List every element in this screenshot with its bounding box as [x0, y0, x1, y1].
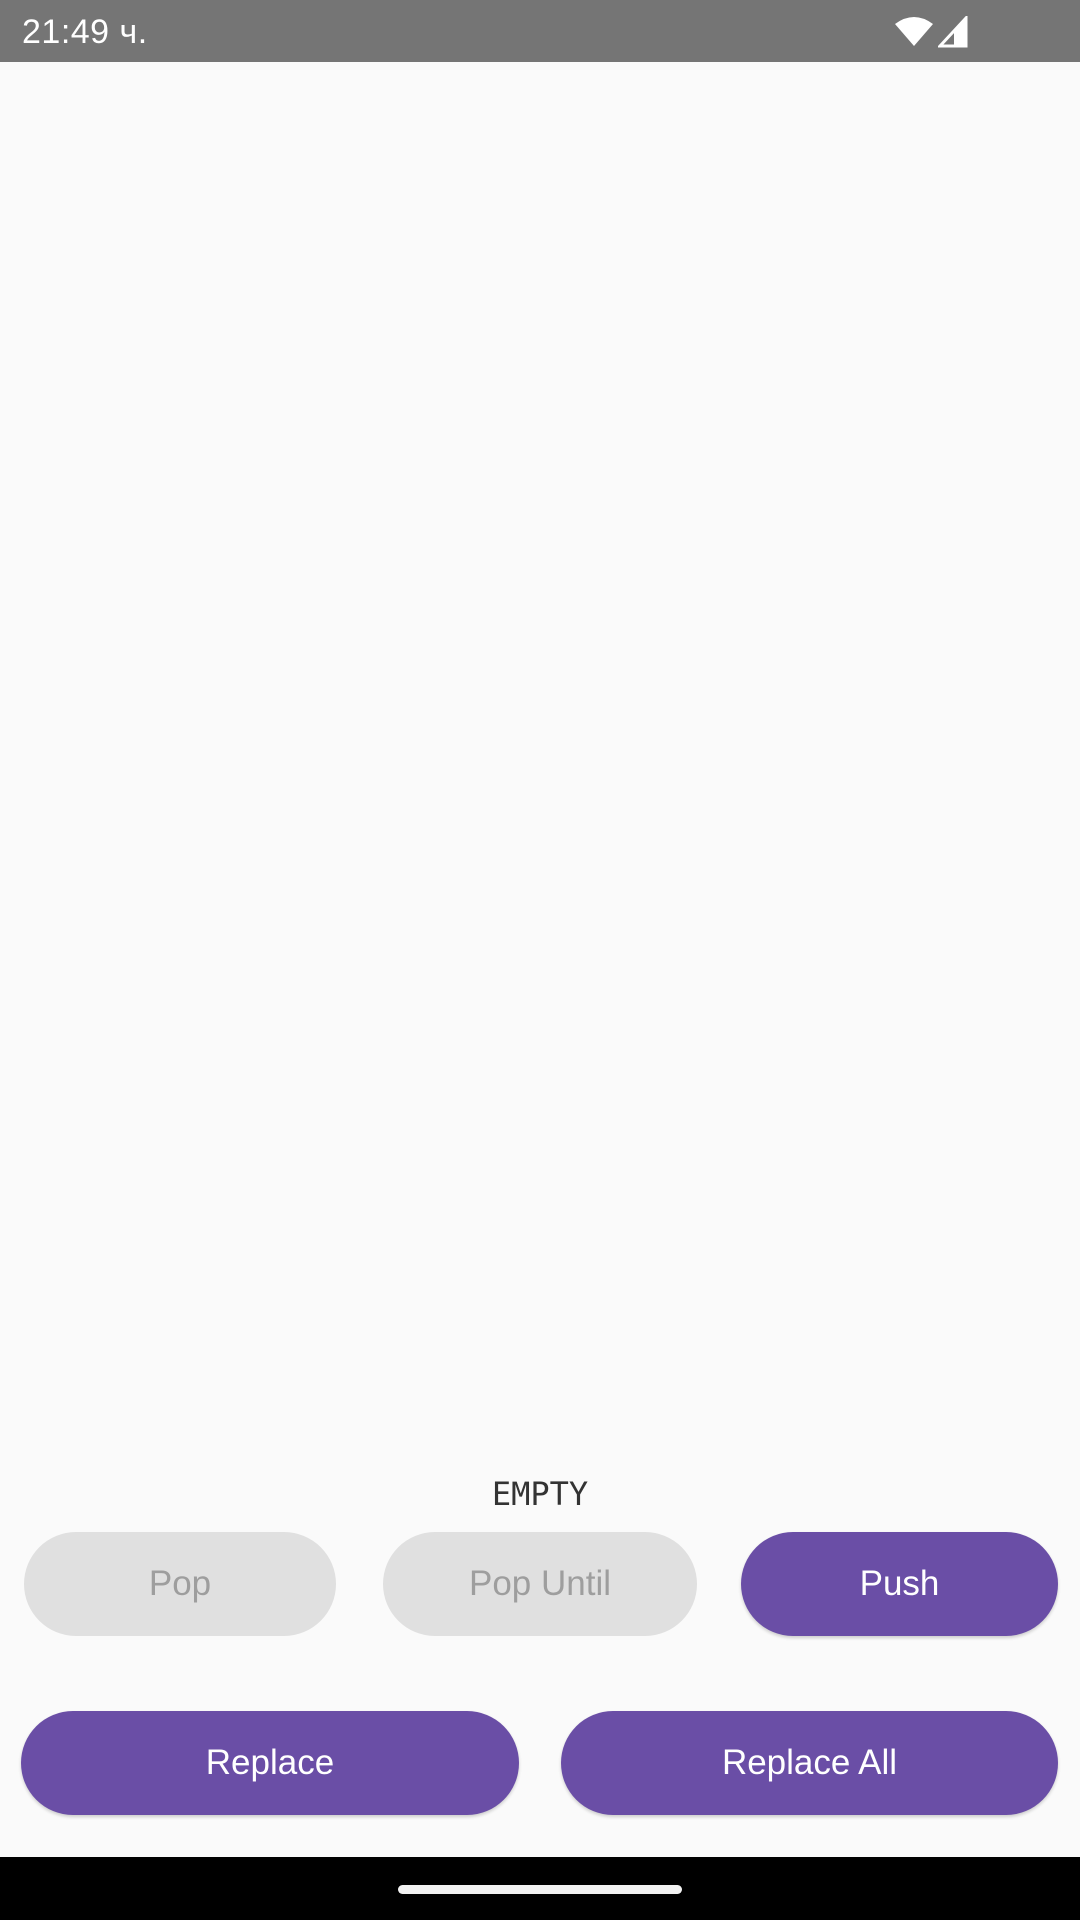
home-handle[interactable] — [398, 1885, 682, 1894]
pop-button[interactable]: Pop — [24, 1532, 336, 1636]
stack-status-label: EMPTY — [491, 1475, 589, 1513]
main-content: EMPTY Pop Pop Until Push Replace Replace… — [0, 62, 1080, 1857]
pop-until-button[interactable]: Pop Until — [383, 1532, 697, 1636]
push-button[interactable]: Push — [741, 1532, 1058, 1636]
app-screen: 21:49 ч. EMPTY Pop Pop Until Push Replac… — [0, 0, 1080, 1920]
status-bar: 21:49 ч. — [0, 0, 1080, 62]
replace-all-button[interactable]: Replace All — [561, 1711, 1058, 1815]
navigation-bar — [0, 1857, 1080, 1920]
status-time: 21:49 ч. — [22, 13, 148, 51]
status-icons — [894, 16, 968, 48]
wifi-icon — [894, 16, 934, 48]
replace-button[interactable]: Replace — [21, 1711, 519, 1815]
signal-icon — [938, 16, 968, 48]
